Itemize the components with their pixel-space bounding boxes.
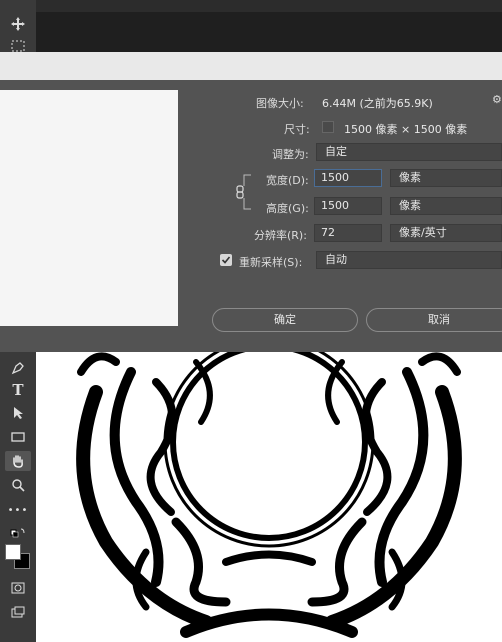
resolution-label: 分辨率(R): bbox=[254, 229, 307, 242]
width-input[interactable]: 1500 bbox=[314, 169, 382, 187]
image-size-value: 6.44M (之前为65.9K) bbox=[322, 97, 433, 110]
height-unit-select[interactable]: 像素 bbox=[390, 197, 502, 215]
resample-checkbox[interactable] bbox=[220, 254, 232, 266]
resolution-input[interactable]: 72 bbox=[314, 224, 382, 242]
dimensions-units-dropdown[interactable] bbox=[322, 121, 334, 133]
settings-gear-icon[interactable]: ⚙ bbox=[492, 93, 502, 106]
document-canvas[interactable] bbox=[36, 352, 502, 642]
dimensions-value: 1500 像素 × 1500 像素 bbox=[344, 123, 468, 136]
height-label: 高度(G): bbox=[266, 202, 309, 215]
image-size-label: 图像大小: bbox=[256, 97, 304, 110]
quick-mask-icon[interactable] bbox=[5, 578, 31, 598]
zoom-tool-icon[interactable] bbox=[5, 475, 31, 495]
dimensions-label: 尺寸: bbox=[284, 123, 310, 136]
image-size-dialog: ⚙ 图像大小: 6.44M (之前为65.9K) 尺寸: 1500 像素 × 1… bbox=[0, 80, 502, 352]
pen-tool-icon[interactable] bbox=[5, 358, 31, 378]
more-tools-icon[interactable]: ••• bbox=[5, 500, 31, 520]
default-colors-icon[interactable] bbox=[5, 523, 31, 543]
foreground-color-swatch[interactable] bbox=[5, 544, 21, 560]
document-tab-strip bbox=[36, 12, 502, 52]
resample-label: 重新采样(S): bbox=[239, 256, 303, 269]
rectangle-tool-icon[interactable] bbox=[5, 427, 31, 447]
cancel-button[interactable]: 取消 bbox=[366, 308, 502, 332]
resample-select[interactable]: 自动 bbox=[316, 251, 502, 269]
path-selection-tool-icon[interactable] bbox=[5, 403, 31, 423]
ok-button[interactable]: 确定 bbox=[212, 308, 358, 332]
hand-tool-icon[interactable] bbox=[5, 451, 31, 471]
screen-mode-icon[interactable] bbox=[5, 602, 31, 622]
fit-to-select[interactable]: 自定 bbox=[316, 143, 502, 161]
options-bar bbox=[36, 0, 502, 12]
move-tool-icon[interactable] bbox=[5, 14, 31, 34]
type-tool-icon[interactable]: T bbox=[5, 380, 31, 400]
checkmark-icon bbox=[221, 256, 231, 264]
height-input[interactable]: 1500 bbox=[314, 197, 382, 215]
color-swatches[interactable] bbox=[5, 544, 31, 570]
width-unit-select[interactable]: 像素 bbox=[390, 169, 502, 187]
image-preview[interactable] bbox=[0, 90, 178, 326]
fit-to-label: 调整为: bbox=[272, 148, 309, 161]
resolution-unit-select[interactable]: 像素/英寸 bbox=[390, 224, 502, 242]
constrain-proportions-link-icon[interactable] bbox=[234, 172, 252, 212]
ornament-artwork bbox=[76, 352, 462, 638]
width-label: 宽度(D): bbox=[266, 174, 309, 187]
canvas-area bbox=[0, 52, 502, 80]
